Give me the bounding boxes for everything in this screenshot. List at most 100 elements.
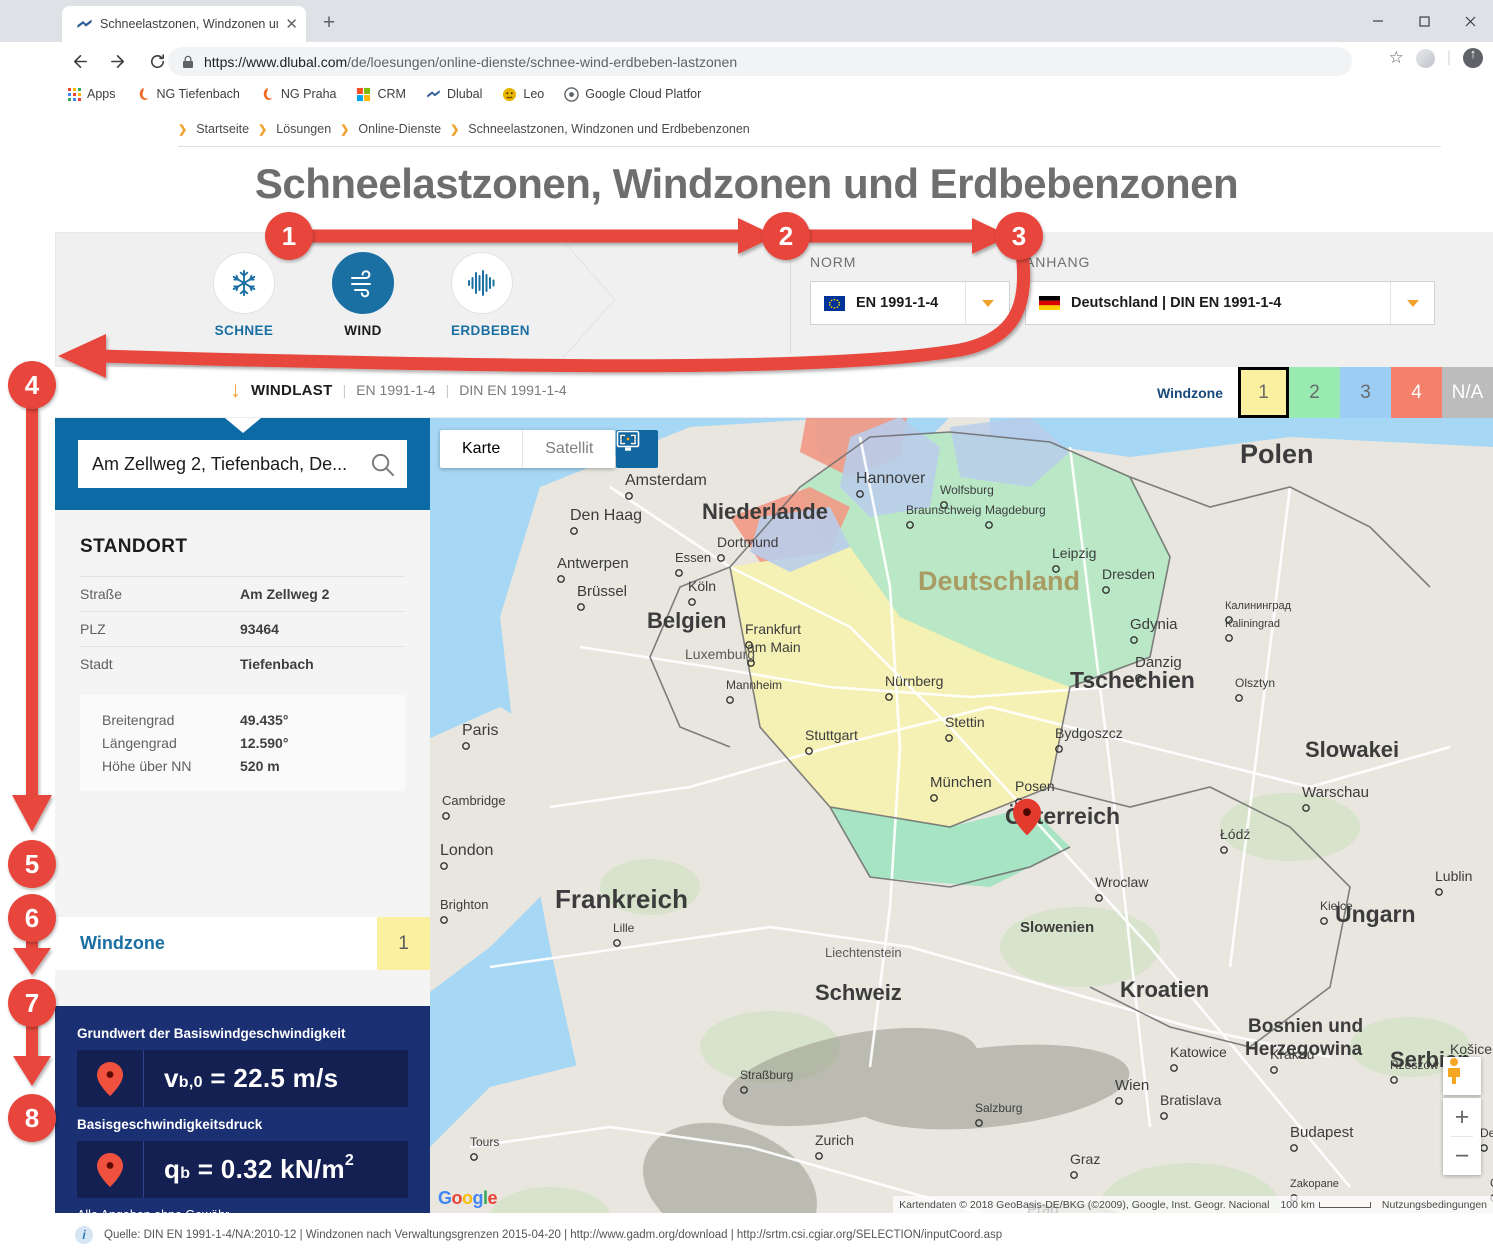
bookmark-item-ng-praha[interactable]: NG Praha bbox=[260, 87, 337, 102]
legend-swatch-1[interactable]: 1 bbox=[1238, 367, 1289, 418]
zoom-out-button[interactable]: − bbox=[1443, 1137, 1481, 1175]
map-label: Leipzig bbox=[1052, 545, 1096, 561]
reload-icon[interactable] bbox=[144, 48, 170, 74]
chevron-down-icon[interactable] bbox=[965, 282, 1009, 324]
tool-wind[interactable]: WIND bbox=[332, 252, 394, 338]
map-label: Braunschweig bbox=[906, 503, 981, 517]
map-label: Lublin bbox=[1435, 868, 1472, 884]
google-cloud-icon bbox=[564, 87, 579, 102]
legend-swatch-na[interactable]: N/A bbox=[1442, 367, 1493, 418]
chevron-down-icon[interactable] bbox=[1390, 282, 1434, 324]
map-label: Rzeszów bbox=[1390, 1058, 1439, 1072]
browser-tab[interactable]: Schneelastzonen, Windzonen un ✕ bbox=[62, 6, 306, 42]
tool-erdbeben[interactable]: ERDBEBEN bbox=[451, 252, 513, 338]
anhang-value: Deutschland | DIN EN 1991-1-4 bbox=[1071, 295, 1390, 311]
table-row: Breitengrad 49.435° bbox=[102, 708, 405, 731]
bookmark-item-ng-tiefenbach[interactable]: NG Tiefenbach bbox=[136, 87, 240, 102]
map-canvas[interactable]: NiederlandeBelgienDeutschlandFrankreichS… bbox=[430, 418, 1493, 1213]
map-city-dot bbox=[931, 795, 937, 801]
map-city-dot bbox=[1436, 889, 1442, 895]
search-input[interactable] bbox=[92, 454, 362, 475]
map-label: Kaliningrad bbox=[1225, 618, 1280, 630]
map-pin-icon bbox=[97, 1062, 123, 1096]
breadcrumb-item-0[interactable]: Startseite bbox=[196, 122, 249, 136]
anhang-dropdown[interactable]: Deutschland | DIN EN 1991-1-4 bbox=[1025, 281, 1435, 325]
bookmark-item-google-cloud[interactable]: Google Cloud Platfor bbox=[564, 87, 701, 102]
norm-label: NORM bbox=[810, 254, 1010, 270]
map-label: Košice bbox=[1450, 1041, 1492, 1057]
new-tab-button[interactable]: + bbox=[318, 13, 340, 35]
result-norm: EN 1991-1-4 bbox=[356, 382, 435, 398]
map-label: München bbox=[930, 774, 992, 791]
map-type-satellit[interactable]: Satellit bbox=[522, 430, 615, 468]
map-city-dot bbox=[578, 604, 584, 610]
scale-line bbox=[1319, 1202, 1371, 1208]
row-key: Breitengrad bbox=[102, 712, 240, 728]
annotation-badge-5: 5 bbox=[8, 840, 56, 888]
map-label: Den Haag bbox=[570, 507, 642, 524]
map-label: Belgien bbox=[647, 608, 726, 633]
bookmark-item-crm[interactable]: CRM bbox=[356, 87, 405, 102]
tool-label: WIND bbox=[332, 323, 394, 338]
extension-icon[interactable] bbox=[1463, 48, 1483, 68]
back-icon[interactable] bbox=[66, 48, 92, 74]
tool-schnee[interactable]: SCHNEE bbox=[213, 252, 275, 338]
map-label: Debrecen bbox=[1480, 1126, 1493, 1140]
bookmark-label: NG Praha bbox=[281, 87, 337, 101]
map-label: Bosnien und bbox=[1248, 1016, 1363, 1037]
norm-dropdown[interactable]: EN 1991-1-4 bbox=[810, 281, 1010, 325]
map-type-karte[interactable]: Karte bbox=[440, 430, 522, 468]
apps-grid-icon bbox=[68, 88, 81, 101]
chevron-right-icon: ❯ bbox=[178, 123, 187, 136]
map-city-dot bbox=[816, 1153, 822, 1159]
address-bar[interactable]: https://www.dlubal.com/de/loesungen/onli… bbox=[168, 47, 1352, 76]
annotation-badge-2: 2 bbox=[762, 212, 810, 260]
map-label: Nürnberg bbox=[885, 673, 943, 689]
dlubal-icon bbox=[426, 87, 441, 102]
result-annex: DIN EN 1991-1-4 bbox=[459, 382, 566, 398]
search-box[interactable] bbox=[78, 440, 407, 488]
map-city-dot bbox=[1391, 1077, 1397, 1083]
page-title: Schneelastzonen, Windzonen und Erdbebenz… bbox=[0, 160, 1493, 208]
magnifier-icon[interactable] bbox=[370, 452, 395, 477]
map-label: Kielce bbox=[1320, 899, 1353, 913]
breadcrumb-item-1[interactable]: Lösungen bbox=[276, 122, 331, 136]
bookmark-star-icon[interactable]: ☆ bbox=[1389, 48, 1404, 68]
map-label: Mannheim bbox=[726, 678, 782, 692]
panel-notch bbox=[225, 418, 261, 433]
annotation-badge-3: 3 bbox=[995, 212, 1043, 260]
street-view-pegman-icon bbox=[1443, 1057, 1465, 1085]
bookmark-item-apps[interactable]: Apps bbox=[68, 87, 116, 101]
bookmark-item-leo[interactable]: Leo bbox=[502, 87, 544, 102]
map-labels: NiederlandeBelgienDeutschlandFrankreichS… bbox=[430, 418, 1493, 1213]
superscript: 2 bbox=[345, 1152, 354, 1170]
street-view-pegman[interactable] bbox=[1443, 1057, 1481, 1095]
row-value: 93464 bbox=[240, 621, 279, 637]
close-window-icon[interactable] bbox=[1447, 0, 1493, 42]
maximize-icon[interactable] bbox=[1401, 0, 1447, 42]
table-row: Straße Am Zellweg 2 bbox=[80, 576, 405, 611]
bookmark-label: CRM bbox=[377, 87, 405, 101]
legend-swatch-3[interactable]: 3 bbox=[1340, 367, 1391, 418]
fullscreen-button[interactable] bbox=[616, 430, 658, 468]
map-city-dot bbox=[676, 570, 682, 576]
map-terms-link[interactable]: Nutzungsbedingungen bbox=[1382, 1199, 1487, 1211]
map-label: Katowice bbox=[1170, 1044, 1227, 1060]
forward-icon[interactable] bbox=[105, 48, 131, 74]
bookmark-item-dlubal[interactable]: Dlubal bbox=[426, 87, 482, 102]
legend-swatch-4[interactable]: 4 bbox=[1391, 367, 1442, 418]
result-caption-qb: Basisgeschwindigkeitsdruck bbox=[77, 1117, 408, 1132]
zoom-in-button[interactable]: + bbox=[1443, 1098, 1481, 1136]
legend-swatch-2[interactable]: 2 bbox=[1289, 367, 1340, 418]
annotation-badge-8: 8 bbox=[8, 1094, 56, 1142]
avatar[interactable] bbox=[1416, 49, 1435, 68]
map-city-dot bbox=[1071, 1172, 1077, 1178]
map-pin-icon bbox=[97, 1153, 123, 1187]
breadcrumb-item-2[interactable]: Online-Dienste bbox=[358, 122, 441, 136]
map-label: Köln bbox=[688, 578, 716, 594]
result-title: WINDLAST bbox=[251, 382, 333, 399]
minimize-icon[interactable] bbox=[1355, 0, 1401, 42]
eu-flag-icon-wrap bbox=[811, 296, 856, 311]
map-city-dot bbox=[1291, 1145, 1297, 1151]
close-tab-icon[interactable]: ✕ bbox=[285, 17, 298, 32]
